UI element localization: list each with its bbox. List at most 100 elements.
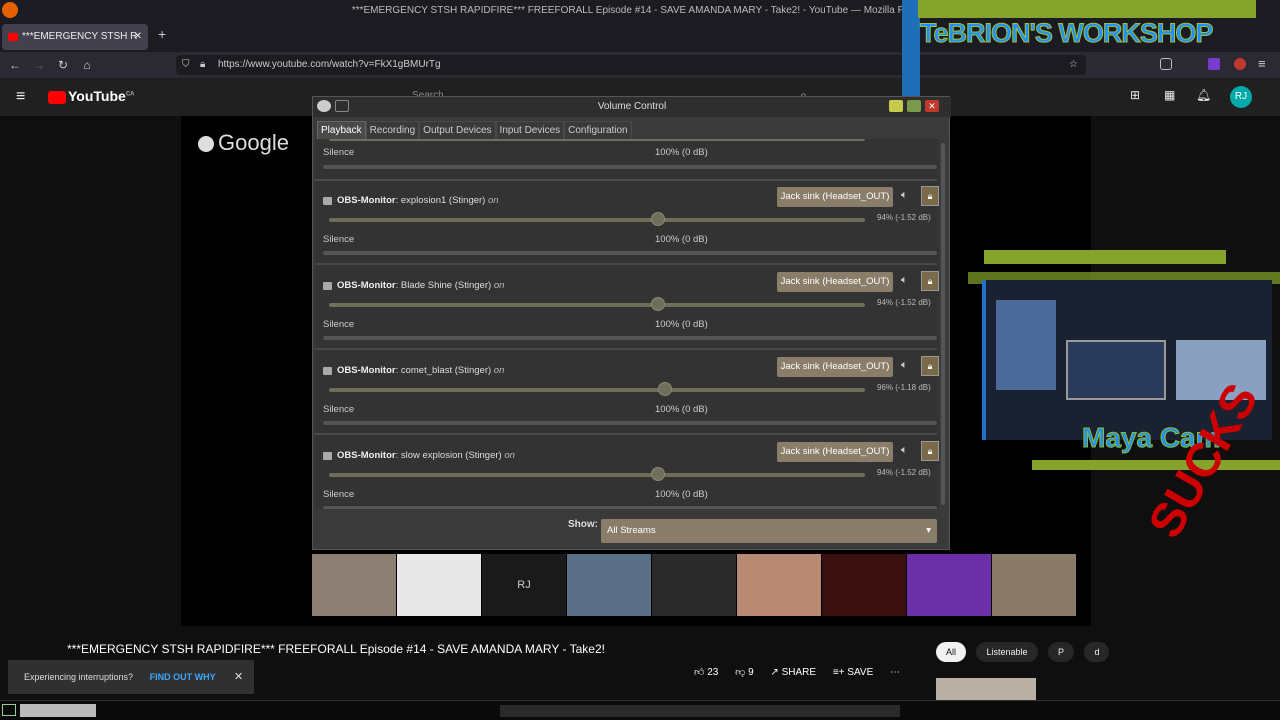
stream-on-label: on (493, 280, 505, 291)
create-video-icon[interactable]: ⊞ (1130, 88, 1140, 102)
unity-level-label: 100% (0 dB) (655, 404, 708, 415)
new-tab-button[interactable]: + (158, 26, 166, 42)
participant-thumb (907, 554, 991, 616)
stream-title: : Blade Shine (Stinger) (395, 280, 492, 291)
volume-slider-knob[interactable] (658, 382, 672, 396)
forward-icon[interactable]: → (30, 56, 48, 74)
firefox-menu-icon[interactable] (2, 2, 18, 18)
stream-icon (323, 282, 332, 290)
stream-app: OBS-Monitor (337, 195, 396, 206)
chip-partial[interactable]: P (1047, 642, 1074, 662)
extensions-icon[interactable] (1208, 58, 1220, 70)
webcam-monitor (996, 300, 1056, 390)
workshop-overlay-text: TeBRION'S WORKSHOP (919, 18, 1213, 49)
avatar[interactable]: RJ (1230, 86, 1252, 108)
pin-icon[interactable] (335, 100, 349, 112)
unity-level-label: 100% (0 dB) (655, 319, 708, 330)
mute-speaker-icon[interactable]: 🔈︎ (901, 359, 908, 372)
stream-list-scrollbar[interactable] (941, 143, 945, 505)
sink-select-button[interactable]: Jack sink (Headset_OUT) (777, 187, 893, 207)
close-tab-icon[interactable]: ✕ (134, 24, 142, 50)
volume-slider-knob[interactable] (651, 297, 665, 311)
volume-slider-track[interactable] (329, 303, 865, 307)
tab-output-devices[interactable]: Output Devices (419, 121, 496, 140)
thumbs-up-icon: 👍︎ (694, 667, 705, 678)
tab-configuration[interactable]: Configuration (564, 121, 632, 140)
volume-slider-knob[interactable] (651, 212, 665, 226)
minimize-icon[interactable] (889, 100, 903, 112)
sink-select-button[interactable]: Jack sink (Headset_OUT) (777, 272, 893, 292)
mute-speaker-icon[interactable]: 🔈︎ (901, 444, 908, 457)
window-title: ***EMERGENCY STSH RAPIDFIRE*** FREEFORAL… (351, 5, 929, 16)
mute-speaker-icon[interactable]: 🔈︎ (901, 274, 908, 287)
toast-close-icon[interactable]: ✕ (234, 660, 243, 694)
mute-speaker-icon[interactable]: 🔈︎ (901, 189, 908, 202)
apps-grid-icon[interactable]: ▦ (1164, 88, 1175, 102)
youtube-play-icon (48, 90, 66, 104)
taskbar-task[interactable] (20, 704, 96, 717)
share-button[interactable]: ↗ SHARE (770, 667, 816, 678)
window-menu-icon[interactable] (317, 100, 331, 112)
profile-badge-icon[interactable] (1234, 58, 1246, 70)
shield-icon[interactable]: ⛉ (182, 55, 190, 75)
back-icon[interactable]: ← (6, 56, 24, 74)
show-select-value: All Streams (607, 525, 656, 536)
unity-level-label: 100% (0 dB) (655, 234, 708, 245)
stream-row: OBS-Monitor: comet_blast (Stinger) on Jac… (315, 351, 939, 435)
pocket-icon[interactable] (1160, 58, 1172, 70)
google-watermark-text: Google (218, 130, 289, 155)
save-button[interactable]: ≡+ SAVE (833, 667, 873, 678)
volume-slider-track[interactable] (329, 388, 865, 392)
like-count: 23 (707, 667, 719, 678)
tab-recording[interactable]: Recording (365, 121, 420, 140)
dislike-button[interactable]: 👎︎ 9 (735, 667, 754, 678)
show-streams-select[interactable]: All Streams ▾ (601, 519, 937, 543)
reload-icon[interactable]: ↻ (54, 56, 72, 74)
notifications-bell-icon[interactable]: 🔔︎ (1196, 88, 1211, 102)
close-icon[interactable]: ✕ (925, 100, 939, 112)
maximize-icon[interactable] (907, 100, 921, 112)
participant-thumb (397, 554, 481, 616)
bookmark-star-icon[interactable]: ☆ (1069, 55, 1078, 75)
lock-channels-icon[interactable]: 🔒︎ (921, 186, 939, 206)
recommendation-thumb[interactable] (936, 678, 1036, 700)
tab-playback[interactable]: Playback (317, 121, 366, 140)
guide-menu-icon[interactable]: ≡ (16, 88, 25, 106)
participant-thumb (822, 554, 906, 616)
tab-input-devices[interactable]: Input Devices (495, 121, 565, 140)
like-button[interactable]: 👍︎ 23 (694, 667, 718, 678)
overlay-frame (1032, 460, 1280, 470)
home-icon[interactable]: ⌂ (78, 56, 96, 74)
start-menu-icon[interactable] (2, 704, 16, 716)
lock-icon[interactable]: 🔒︎ (200, 55, 205, 75)
volume-control-titlebar[interactable]: Volume Control ✕ (313, 97, 951, 117)
participant-strip: RJ (312, 554, 1080, 616)
chip-partial[interactable]: d (1084, 642, 1110, 662)
volume-slider-track[interactable] (329, 218, 865, 222)
webcam-monitor (1066, 340, 1166, 400)
app-menu-icon[interactable]: ≡ (1258, 56, 1266, 71)
browser-tab[interactable]: ***EMERGENCY STSH R ✕ (2, 24, 148, 50)
more-actions-icon[interactable]: ⋯ (890, 667, 900, 678)
url-bar[interactable]: ⛉ 🔒︎ https://www.youtube.com/watch?v=FkX… (176, 55, 1086, 75)
volume-slider-track[interactable] (329, 473, 865, 477)
chip-all[interactable]: All (936, 642, 967, 662)
lock-channels-icon[interactable]: 🔒︎ (921, 441, 939, 461)
stream-meter (323, 165, 937, 169)
find-out-why-link[interactable]: FIND OUT WHY (150, 672, 216, 682)
volume-slider-knob[interactable] (651, 467, 665, 481)
lock-channels-icon[interactable]: 🔒︎ (921, 271, 939, 291)
playlist-add-icon: ≡+ (832, 667, 845, 678)
volume-tabs: Playback Recording Output Devices Input Dev… (317, 121, 632, 140)
volume-slider-track[interactable] (329, 139, 865, 141)
sink-select-button[interactable]: Jack sink (Headset_OUT) (777, 442, 893, 462)
youtube-logo[interactable]: YouTubeCA (48, 88, 134, 104)
chip-listenable[interactable]: Listenable (976, 642, 1038, 662)
region-code: CA (125, 91, 135, 98)
stream-icon (323, 452, 332, 460)
stream-title: : explosion1 (Stinger) (395, 195, 486, 206)
chevron-down-icon: ▾ (926, 525, 931, 536)
sink-select-button[interactable]: Jack sink (Headset_OUT) (777, 357, 893, 377)
google-watermark: Google (198, 130, 289, 156)
lock-channels-icon[interactable]: 🔒︎ (921, 356, 939, 376)
